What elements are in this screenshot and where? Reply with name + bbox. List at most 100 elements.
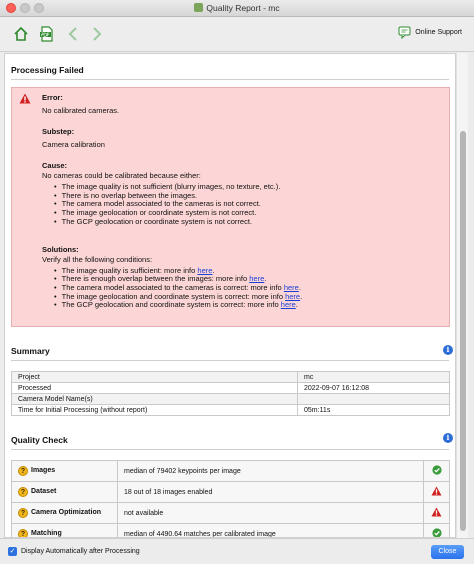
quality-key: ? Camera Optimization	[11, 502, 118, 524]
cause-label: Cause:	[42, 161, 68, 170]
quality-key-label: Dataset	[31, 488, 57, 495]
error-message: No calibrated cameras.	[42, 106, 120, 115]
error-details: Error: No calibrated cameras. Substep: C…	[42, 93, 439, 310]
check-circle-icon	[431, 465, 442, 475]
title-bar: Quality Report - mc	[0, 0, 474, 17]
scrollbar-thumb[interactable]	[460, 131, 466, 531]
summary-value: mc	[297, 371, 450, 383]
help-icon[interactable]: ?	[18, 508, 28, 518]
quality-key-label: Matching	[31, 530, 62, 537]
solution-text: The camera model associated to the camer…	[61, 282, 284, 292]
table-row: ? Camera Optimization not available	[11, 502, 450, 524]
window-title: Quality Report - mc	[0, 3, 474, 13]
cause-list: The image quality is not sufficient (blu…	[54, 182, 439, 227]
toolbar: Online Support	[0, 17, 474, 52]
summary-heading: Summary	[11, 346, 50, 356]
info-icon[interactable]: i	[443, 433, 453, 443]
quality-status	[423, 481, 450, 503]
summary-key: Time for Initial Processing (without rep…	[11, 404, 298, 416]
punctuation: .	[300, 291, 303, 301]
quality-status	[423, 460, 450, 482]
checkbox-label: Display Automatically after Processing	[21, 548, 140, 555]
table-row: ? Images median of 79402 keypoints per im…	[11, 460, 450, 482]
summary-value: 2022-09-07 16:12:08	[297, 382, 450, 394]
window-title-text: Quality Report - mc	[206, 3, 280, 13]
more-info-link[interactable]: here	[284, 283, 299, 292]
processing-heading: Processing Failed	[11, 65, 84, 75]
divider	[11, 449, 449, 450]
divider	[11, 360, 449, 361]
punctuation: .	[212, 265, 215, 275]
help-icon[interactable]: ?	[18, 466, 28, 476]
quality-key-label: Images	[31, 467, 56, 474]
table-row: Time for Initial Processing (without rep…	[11, 404, 450, 416]
summary-value	[297, 393, 450, 405]
export-pdf-button[interactable]	[36, 23, 58, 45]
solution-text: There is enough overlap between the imag…	[61, 274, 250, 284]
quality-value: 18 out of 18 images enabled	[117, 481, 424, 503]
back-button[interactable]	[62, 23, 84, 45]
report-content: Processing Failed Error: No calibrated c…	[4, 53, 456, 538]
warning-triangle-icon	[431, 486, 442, 496]
summary-value: 05m:11s	[297, 404, 450, 416]
quality-key: ? Matching	[11, 523, 118, 537]
solution-text: The GCP geolocation and coordinate syste…	[61, 300, 281, 310]
online-support-label: Online Support	[415, 29, 462, 36]
error-panel: Error: No calibrated cameras. Substep: C…	[11, 87, 450, 327]
more-info-link[interactable]: here	[281, 300, 296, 309]
table-row: Project mc	[11, 371, 450, 383]
divider	[11, 79, 449, 80]
quality-key: ? Images	[11, 460, 118, 482]
chat-bubble-icon	[398, 26, 411, 39]
substep-label: Substep:	[42, 127, 75, 136]
quality-value: median of 79402 keypoints per image	[117, 460, 424, 482]
summary-key: Project	[11, 371, 298, 383]
chevron-left-icon	[68, 27, 77, 41]
table-row: ? Matching median of 4490.64 matches per …	[11, 523, 450, 537]
list-item: The GCP geolocation and coordinate syste…	[54, 300, 439, 310]
summary-table: Project mc Processed 2022-09-07 16:12:08 C…	[11, 371, 450, 416]
error-label: Error:	[42, 93, 63, 102]
solutions-intro: Verify all the following conditions:	[42, 254, 153, 264]
quality-value: median of 4490.64 matches per calibrated…	[117, 523, 424, 537]
table-row: Camera Model Name(s)	[11, 393, 450, 405]
quality-status	[423, 523, 450, 537]
vertical-scrollbar[interactable]	[456, 53, 468, 538]
substep-text: Camera calibration	[42, 140, 105, 149]
info-icon[interactable]: i	[443, 345, 453, 355]
online-support-button[interactable]: Online Support	[398, 26, 462, 39]
checkmark-icon: ✓	[8, 547, 17, 556]
warning-triangle-icon	[19, 93, 31, 104]
help-icon[interactable]: ?	[18, 487, 28, 497]
forward-button[interactable]	[86, 23, 108, 45]
cause-intro: No cameras could be calibrated because e…	[42, 171, 201, 180]
table-row: Processed 2022-09-07 16:12:08	[11, 382, 450, 394]
warning-triangle-icon	[431, 507, 442, 517]
quality-check-heading: Quality Check	[11, 435, 68, 445]
solutions-label: Solutions:	[42, 244, 79, 254]
more-info-link[interactable]: here	[249, 274, 264, 283]
chevron-right-icon	[93, 27, 102, 41]
display-automatically-checkbox[interactable]: ✓ Display Automatically after Processing	[8, 547, 140, 556]
pdf-icon	[40, 26, 53, 42]
help-icon[interactable]: ?	[18, 529, 28, 537]
home-button[interactable]	[10, 23, 32, 45]
more-info-link[interactable]: here	[285, 292, 300, 301]
list-item: The GCP geolocation or coordinate system…	[54, 217, 439, 227]
punctuation: .	[264, 274, 267, 284]
punctuation: .	[295, 300, 298, 310]
summary-key: Processed	[11, 382, 298, 394]
table-row: ? Dataset 18 out of 18 images enabled	[11, 481, 450, 503]
close-button[interactable]: Close	[431, 545, 464, 559]
app-icon	[194, 3, 204, 12]
quality-status	[423, 502, 450, 524]
quality-key: ? Dataset	[11, 481, 118, 503]
quality-key-label: Camera Optimization	[31, 509, 102, 516]
quality-check-table: ? Images median of 79402 keypoints per im…	[11, 460, 450, 537]
check-circle-icon	[431, 528, 442, 537]
more-info-link[interactable]: here	[197, 266, 212, 275]
solution-text: The image geolocation and coordinate sys…	[61, 291, 286, 301]
home-icon	[14, 26, 28, 41]
footer-bar: ✓ Display Automatically after Processing…	[0, 538, 474, 564]
summary-key: Camera Model Name(s)	[11, 393, 298, 405]
